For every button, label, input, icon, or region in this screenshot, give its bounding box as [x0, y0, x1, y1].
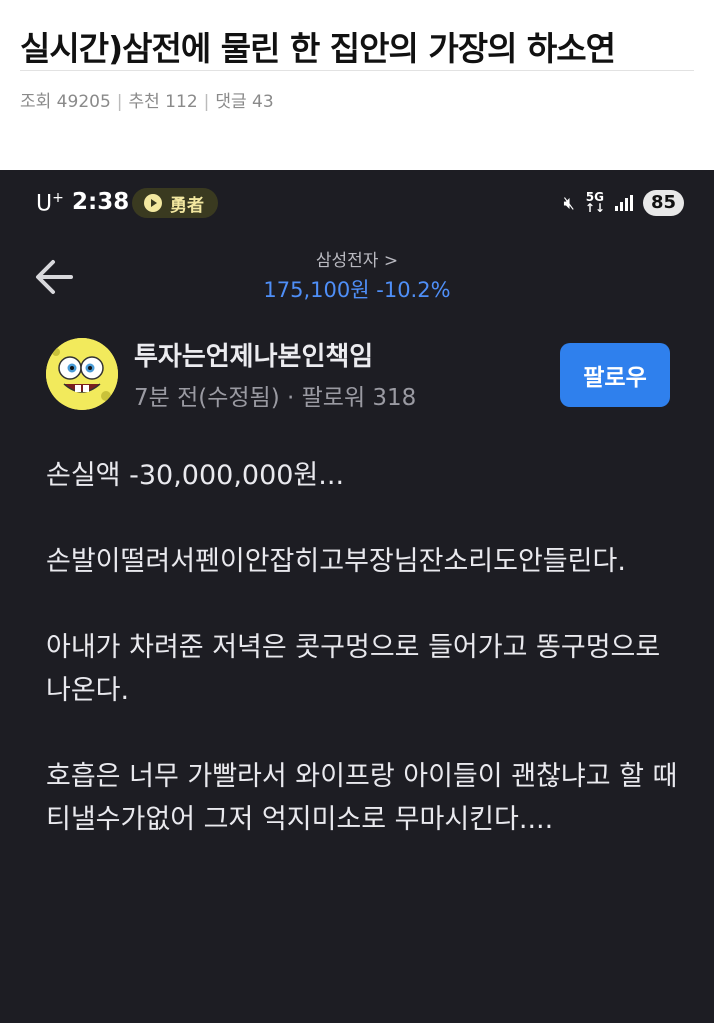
- post-paragraph: 호흡은 너무 가빨라서 와이프랑 아이들이 괜찮냐고 할 때 티낼수가없어 그저…: [46, 761, 678, 835]
- network-icon: 5G ↑↓: [584, 190, 605, 215]
- author-name[interactable]: 투자는언제나본인책임: [134, 336, 373, 373]
- carrier-label: U+: [36, 190, 64, 217]
- title-divider: [20, 70, 694, 71]
- follow-button[interactable]: 팔로우: [560, 343, 670, 407]
- mute-icon: 🔇︎: [563, 192, 575, 214]
- author-meta: 7분 전(수정됨) · 팔로워 318: [134, 385, 417, 411]
- app-badge-label: 勇者: [170, 195, 204, 216]
- post-paragraph: 손발이떨려서펜이안잡히고부장님잔소리도안들린다.: [46, 546, 626, 577]
- battery-indicator: 85: [642, 190, 684, 216]
- status-time: 2:38: [72, 189, 130, 215]
- article-meta: 조회 49205 | 추천 112 | 댓글 43: [20, 92, 274, 112]
- stock-name[interactable]: 삼성전자 >: [0, 246, 714, 271]
- app-badge: 勇者: [132, 188, 218, 218]
- avatar[interactable]: [46, 338, 118, 410]
- post-body: 손실액 -30,000,000원... 손발이떨려서펜이안잡히고부장님잔소리도안…: [46, 454, 684, 884]
- status-icons: 🔇︎ 5G ↑↓ 85: [563, 190, 684, 216]
- article-header: 실시간)삼전에 물린 한 집안의 가장의 하소연 조회 49205 | 추천 112…: [0, 0, 714, 170]
- comment-count: 댓글 43: [215, 92, 274, 112]
- status-bar: U+ 2:38 勇者 🔇︎ 5G ↑↓ 85: [36, 188, 684, 220]
- like-count: 추천 112: [128, 92, 198, 112]
- signal-icon: [614, 195, 633, 211]
- view-count: 조회 49205: [20, 92, 111, 112]
- play-icon: [144, 194, 162, 212]
- post-paragraph: 아내가 차려준 저녁은 콧구멍으로 들어가고 똥구멍으로나온다.: [46, 632, 661, 706]
- stock-price: 175,100원 -10.2%: [263, 278, 451, 302]
- post-paragraph: 손실액 -30,000,000원...: [46, 460, 345, 491]
- spongebob-avatar-icon: [46, 338, 118, 410]
- article-title: 실시간)삼전에 물린 한 집안의 가장의 하소연: [20, 29, 616, 68]
- phone-screenshot: U+ 2:38 勇者 🔇︎ 5G ↑↓ 85 삼성전자 > 175,100원 -1…: [0, 170, 714, 1023]
